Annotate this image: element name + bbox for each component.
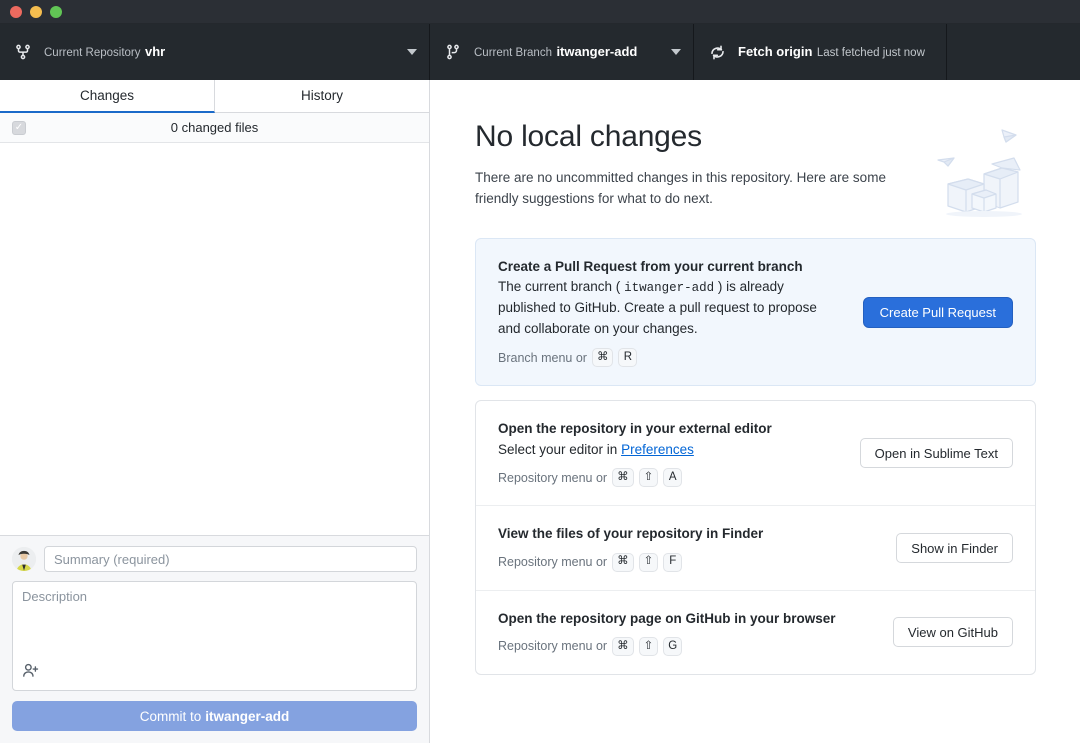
commit-summary-input[interactable] <box>44 546 417 572</box>
branch-icon <box>442 44 464 60</box>
toolbar: Current Repository vhr Current Branch it… <box>0 24 1080 80</box>
key-command: ⌘ <box>591 348 614 368</box>
current-branch-button[interactable]: Current Branch itwanger-add <box>430 24 694 80</box>
key-shift: ⇧ <box>638 468 659 488</box>
tab-history-label: History <box>300 88 343 103</box>
changed-files-count: 0 changed files <box>170 120 259 135</box>
suggestion-row-pull-request: Create a Pull Request from your current … <box>476 239 1035 385</box>
current-repository-value: vhr <box>144 44 166 59</box>
suggestion-card-repository-actions: Open the repository in your external edi… <box>475 400 1036 675</box>
avatar <box>12 547 36 571</box>
page-subtitle: There are no uncommitted changes in this… <box>475 170 886 206</box>
chevron-down-icon <box>671 49 681 55</box>
suggestion-row-external-editor: Open the repository in your external edi… <box>476 401 1035 505</box>
repo-icon <box>12 44 34 60</box>
key-g: G <box>663 636 683 656</box>
shortcut-menu-text: Branch menu or <box>498 350 587 365</box>
toolbar-empty-area <box>947 24 1080 80</box>
suggestion-shortcut: Branch menu or ⌘ R <box>498 348 847 368</box>
desc-before: The current branch ( <box>498 279 625 295</box>
sync-icon <box>706 44 728 61</box>
commit-form: Commit to itwanger-add <box>0 535 429 743</box>
current-branch-value: itwanger-add <box>556 44 638 59</box>
commit-button-prefix: Commit to <box>139 708 202 724</box>
current-repository-button[interactable]: Current Repository vhr <box>0 24 430 80</box>
suggestion-title: View the files of your repository in Fin… <box>498 526 764 542</box>
chevron-down-icon <box>407 49 417 55</box>
tab-changes[interactable]: Changes <box>0 80 215 113</box>
tab-changes-label: Changes <box>79 88 135 103</box>
suggestion-shortcut: Repository menu or ⌘ ⇧ G <box>498 636 877 656</box>
suggestion-title: Open the repository page on GitHub in yo… <box>498 610 836 626</box>
suggestion-row-view-on-github: Open the repository page on GitHub in yo… <box>476 589 1035 674</box>
key-command: ⌘ <box>612 552 634 572</box>
title-bar <box>0 0 1080 24</box>
suggestion-description: Select your editor in Preferences <box>498 440 828 461</box>
commit-button-branch: itwanger-add <box>205 708 290 724</box>
preferences-link[interactable]: Preferences <box>621 442 694 457</box>
commit-button[interactable]: Commit to itwanger-add <box>12 701 417 731</box>
minimize-window-button[interactable] <box>30 5 42 18</box>
desc-branch-name: itwanger-add <box>624 281 715 296</box>
desc-before: Select your editor in <box>498 441 622 457</box>
key-command: ⌘ <box>612 636 634 656</box>
zoom-window-button[interactable] <box>50 5 62 18</box>
suggestion-row-show-in-finder: View the files of your repository in Fin… <box>476 505 1035 589</box>
fetch-origin-label: Fetch origin <box>738 44 813 59</box>
blank-slate-header: No local changes There are no uncommitte… <box>475 120 1036 217</box>
shortcut-menu-text: Repository menu or <box>498 470 608 485</box>
changed-files-header: ✓ 0 changed files <box>0 113 429 143</box>
show-in-finder-button[interactable]: Show in Finder <box>896 533 1013 564</box>
key-command: ⌘ <box>612 468 634 488</box>
key-f: F <box>663 552 683 572</box>
key-shift: ⇧ <box>638 636 659 656</box>
sidebar-tabs: Changes History <box>0 80 429 113</box>
current-repository-label: Current Repository <box>44 47 141 59</box>
shortcut-menu-text: Repository menu or <box>498 554 608 569</box>
commit-description-box <box>12 581 417 691</box>
shortcut-menu-text: Repository menu or <box>498 639 608 654</box>
tab-history[interactable]: History <box>215 80 429 113</box>
suggestion-shortcut: Repository menu or ⌘ ⇧ A <box>498 468 844 488</box>
suggestion-title: Create a Pull Request from your current … <box>498 258 803 274</box>
open-in-external-editor-button[interactable]: Open in Sublime Text <box>859 438 1013 469</box>
close-window-button[interactable] <box>10 5 22 18</box>
suggestion-shortcut: Repository menu or ⌘ ⇧ F <box>498 552 880 572</box>
view-on-github-button[interactable]: View on GitHub <box>892 617 1013 648</box>
suggestion-card-pull-request: Create a Pull Request from your current … <box>475 237 1036 387</box>
key-shift: ⇧ <box>638 552 659 572</box>
fetch-origin-status: Last fetched just now <box>816 47 925 59</box>
commit-description-input[interactable] <box>22 589 407 663</box>
fetch-origin-button[interactable]: Fetch origin Last fetched just now <box>694 24 947 80</box>
main-content: No local changes There are no uncommitte… <box>431 80 1080 743</box>
boxes-and-paper-planes-illustration <box>932 124 1042 219</box>
select-all-files-checkbox[interactable]: ✓ <box>12 120 26 135</box>
person-add-icon[interactable] <box>22 662 39 684</box>
current-branch-label: Current Branch <box>474 47 552 59</box>
changed-files-list[interactable] <box>0 143 429 535</box>
suggestion-title: Open the repository in your external edi… <box>498 421 772 437</box>
suggestion-cards: Create a Pull Request from your current … <box>475 237 1036 675</box>
suggestion-description: The current branch ( itwanger-add ) is a… <box>498 277 828 340</box>
create-pull-request-button[interactable]: Create Pull Request <box>862 296 1013 328</box>
github-desktop-window: Current Repository vhr Current Branch it… <box>0 0 1080 743</box>
commit-summary-row <box>12 546 417 572</box>
key-a: A <box>663 468 683 488</box>
sidebar: Changes History ✓ 0 changed files Summar… <box>0 80 430 743</box>
key-r: R <box>618 348 638 368</box>
